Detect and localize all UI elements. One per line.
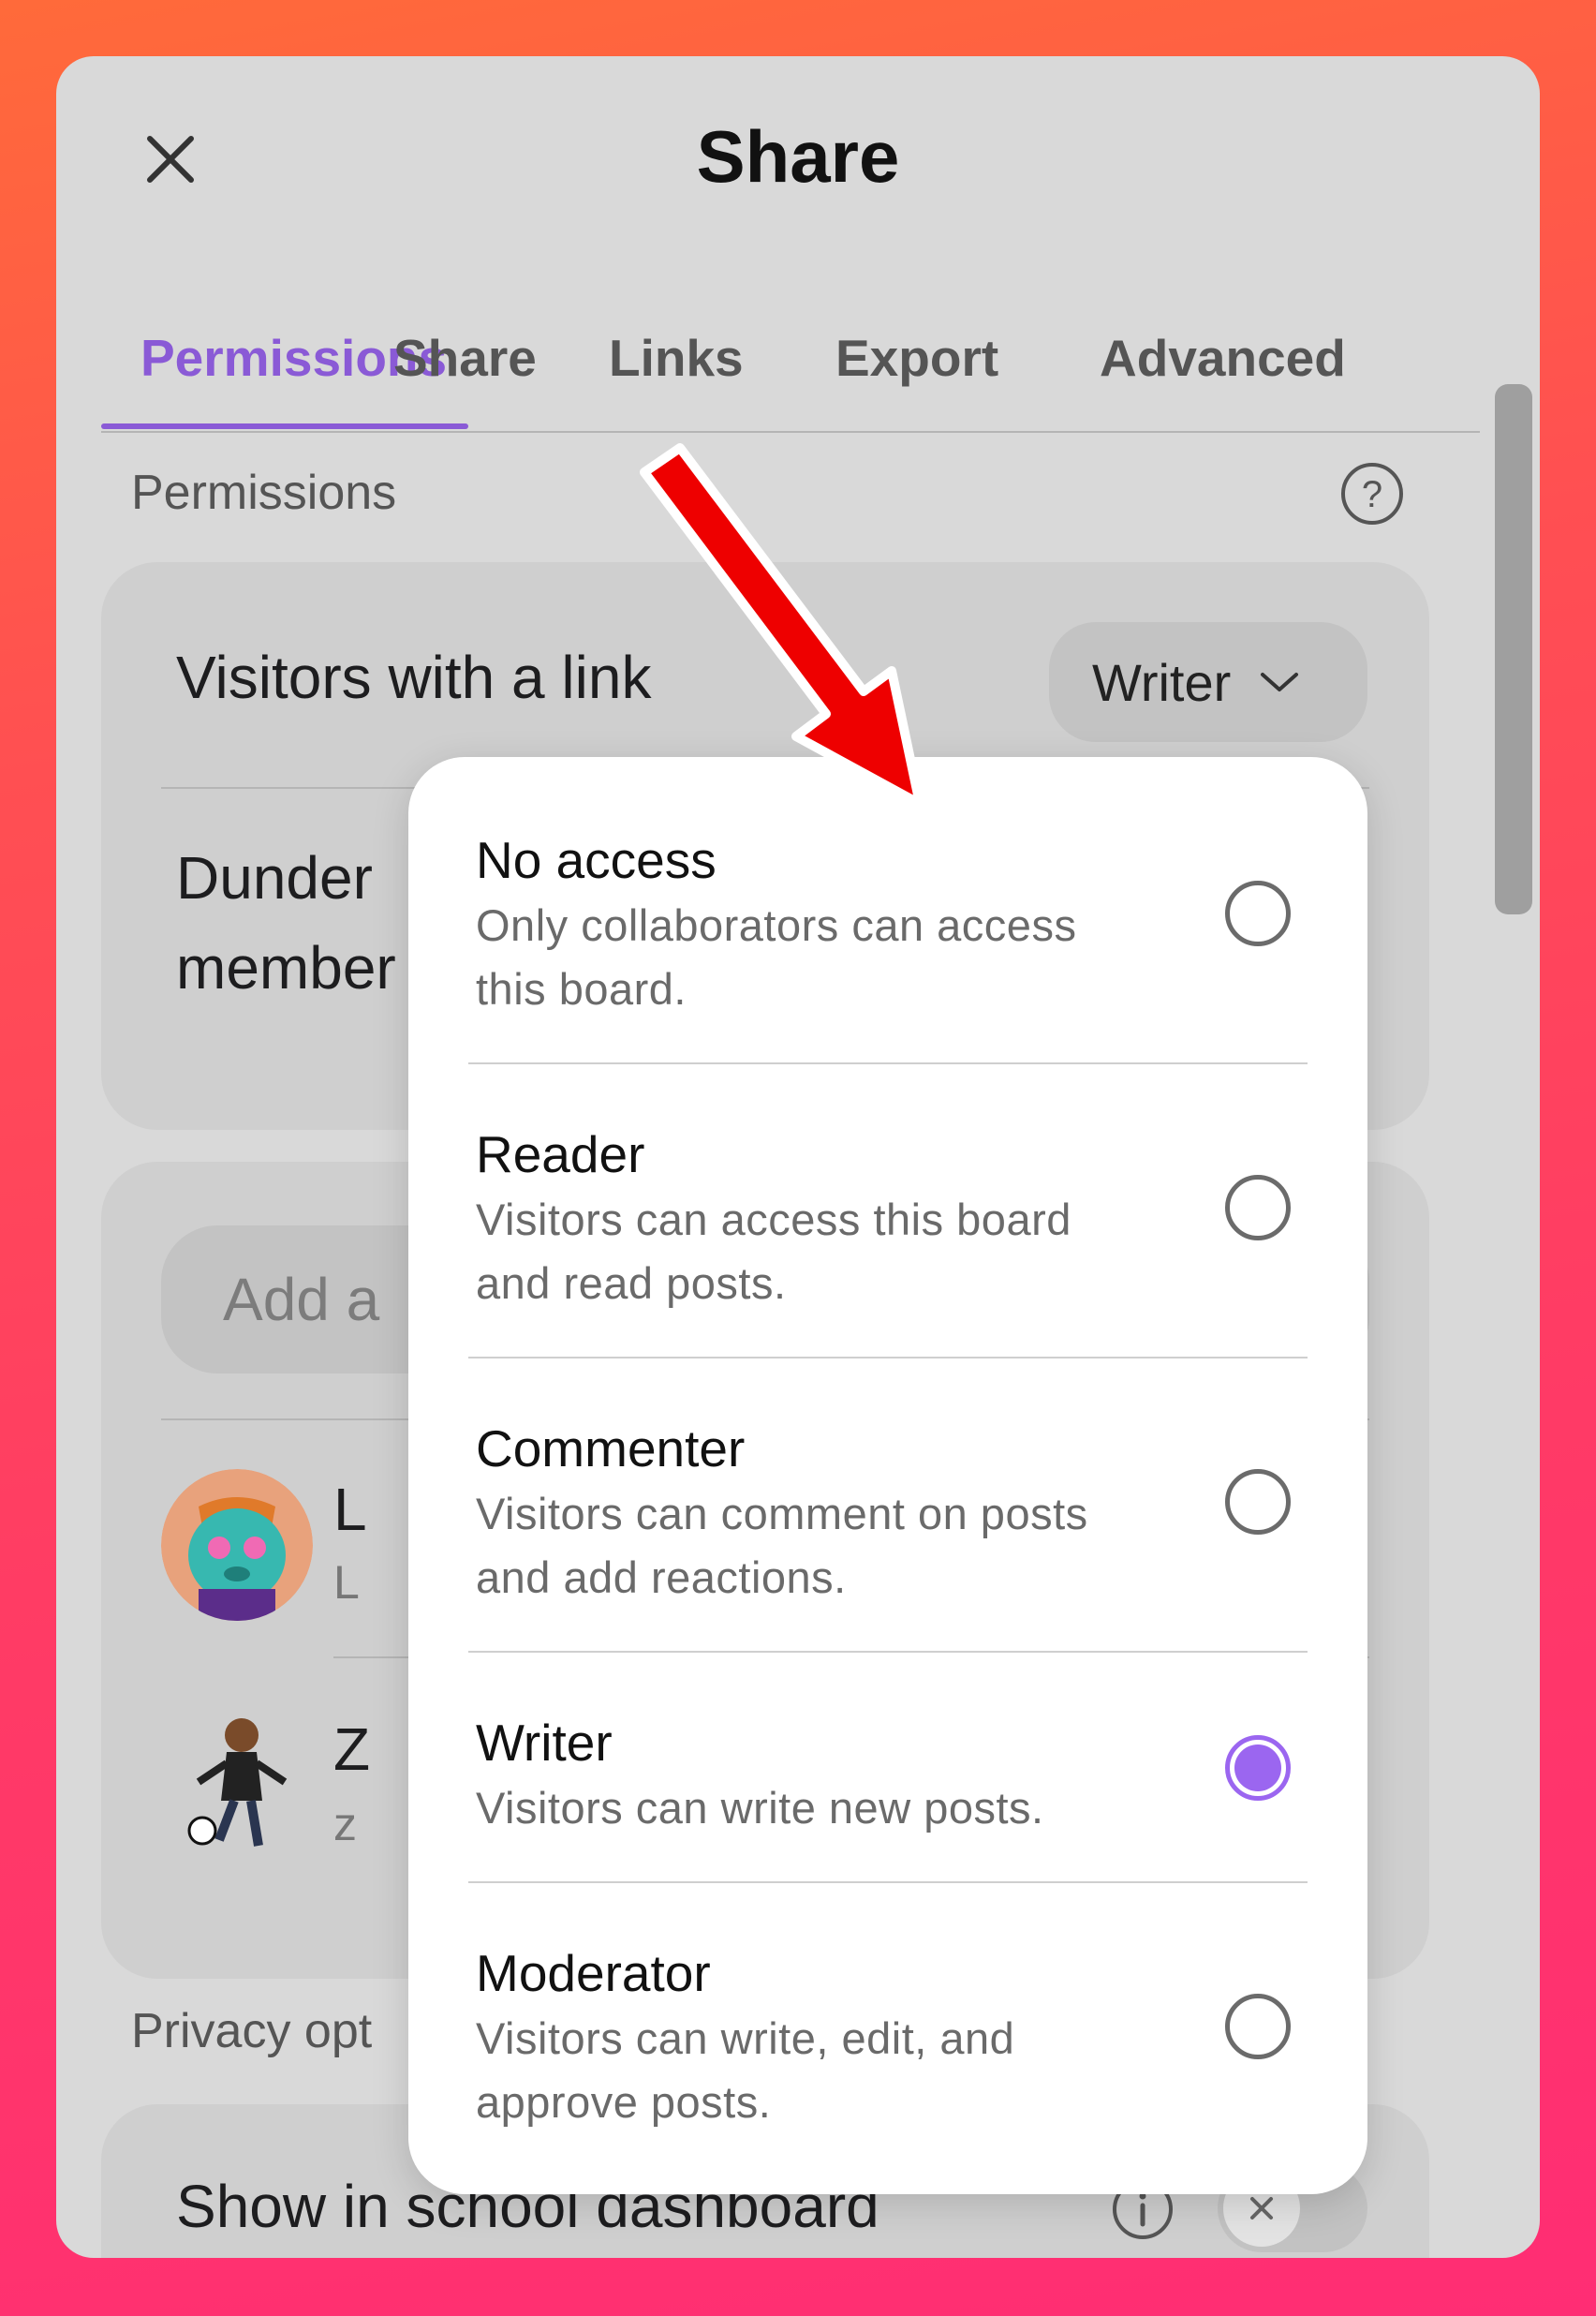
active-tab-indicator	[101, 423, 468, 429]
option-reader[interactable]: Reader Visitors can access this board an…	[408, 1064, 1367, 1358]
scrollbar-thumb[interactable]	[1495, 384, 1532, 914]
option-moderator[interactable]: Moderator Visitors can write, edit, and …	[408, 1883, 1367, 2194]
radio-no-access[interactable]	[1225, 881, 1291, 946]
visitors-permission-value: Writer	[1092, 652, 1232, 712]
svg-text:?: ?	[1362, 474, 1382, 515]
option-description: Only collaborators can access this board…	[476, 900, 1077, 1014]
permission-options-menu: No access Only collaborators can access …	[408, 757, 1367, 2194]
add-collaborator-placeholder: Add a	[223, 1266, 380, 1333]
option-title: Commenter	[476, 1419, 746, 1477]
help-icon[interactable]: ?	[1339, 461, 1405, 527]
tab-advanced[interactable]: Advanced	[1100, 328, 1346, 388]
chevron-down-icon	[1261, 673, 1299, 691]
option-description: Visitors can comment on posts and add re…	[476, 1489, 1088, 1602]
org-members-label-line1: Dunder	[176, 844, 373, 912]
privacy-section-label: Privacy opt	[131, 2004, 373, 2058]
avatar	[161, 1469, 313, 1621]
close-icon	[1250, 2197, 1273, 2220]
annotation-arrow-icon	[640, 443, 924, 809]
option-description: Visitors can access this board and read …	[476, 1195, 1071, 1308]
collaborator-detail: z	[333, 1798, 357, 1850]
option-description: Visitors can write new posts.	[476, 1783, 1044, 1833]
avatar	[161, 1707, 313, 1859]
option-title: Reader	[476, 1125, 645, 1183]
tab-share[interactable]: Share	[393, 328, 537, 388]
collaborator-name: Z	[333, 1715, 371, 1783]
option-title: No access	[476, 831, 717, 889]
option-commenter[interactable]: Commenter Visitors can comment on posts …	[408, 1358, 1367, 1653]
radio-moderator[interactable]	[1225, 1994, 1291, 2059]
dialog-title: Share	[696, 115, 900, 198]
tab-links[interactable]: Links	[609, 328, 744, 388]
option-title: Writer	[476, 1714, 613, 1772]
org-members-label-line2: member	[176, 934, 396, 1002]
tab-export[interactable]: Export	[835, 328, 998, 388]
option-title: Moderator	[476, 1944, 711, 2002]
collaborator-detail: L	[333, 1556, 360, 1609]
radio-reader[interactable]	[1225, 1175, 1291, 1240]
monster-avatar-icon	[161, 1469, 313, 1621]
tab-bar: Permissions Share Links Export Advanced	[101, 296, 1480, 433]
radio-writer-selected[interactable]	[1225, 1735, 1291, 1801]
visitors-permission-dropdown[interactable]: Writer	[1049, 622, 1367, 742]
option-description: Visitors can write, edit, and approve po…	[476, 2013, 1015, 2127]
option-writer[interactable]: Writer Visitors can write new posts.	[408, 1653, 1367, 1883]
visitors-link-label: Visitors with a link	[176, 644, 652, 711]
person-avatar-icon	[187, 1718, 288, 1847]
collaborator-name: L	[333, 1476, 367, 1543]
radio-commenter[interactable]	[1225, 1469, 1291, 1535]
permissions-section-label: Permissions	[131, 466, 397, 520]
